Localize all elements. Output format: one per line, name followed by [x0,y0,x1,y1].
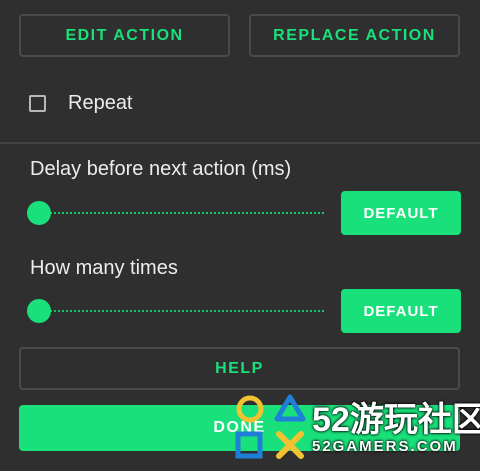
watermark-title: 52游玩社区 [312,401,480,439]
times-default-button[interactable]: DEFAULT [341,289,461,333]
delay-default-button[interactable]: DEFAULT [341,191,461,235]
times-slider-track[interactable] [38,310,324,312]
replace-action-button[interactable]: REPLACE ACTION [249,14,460,57]
watermark-symbols-icon [235,394,306,459]
repeat-checkbox[interactable] [29,95,46,112]
delay-slider-track[interactable] [38,212,324,214]
times-label: How many times [30,257,178,279]
delay-label: Delay before next action (ms) [30,158,292,180]
help-button[interactable]: HELP [19,347,460,390]
edit-action-button[interactable]: EDIT ACTION [19,14,230,57]
watermark-url: 52GAMERS.COM [312,438,458,455]
action-settings-panel: EDIT ACTION REPLACE ACTION Repeat Delay … [0,0,480,471]
watermark-logo: 52游玩社区 52GAMERS.COM [228,392,480,464]
times-slider-thumb[interactable] [27,299,51,323]
repeat-label: Repeat [68,92,133,114]
delay-slider-thumb[interactable] [27,201,51,225]
section-divider [0,142,480,144]
